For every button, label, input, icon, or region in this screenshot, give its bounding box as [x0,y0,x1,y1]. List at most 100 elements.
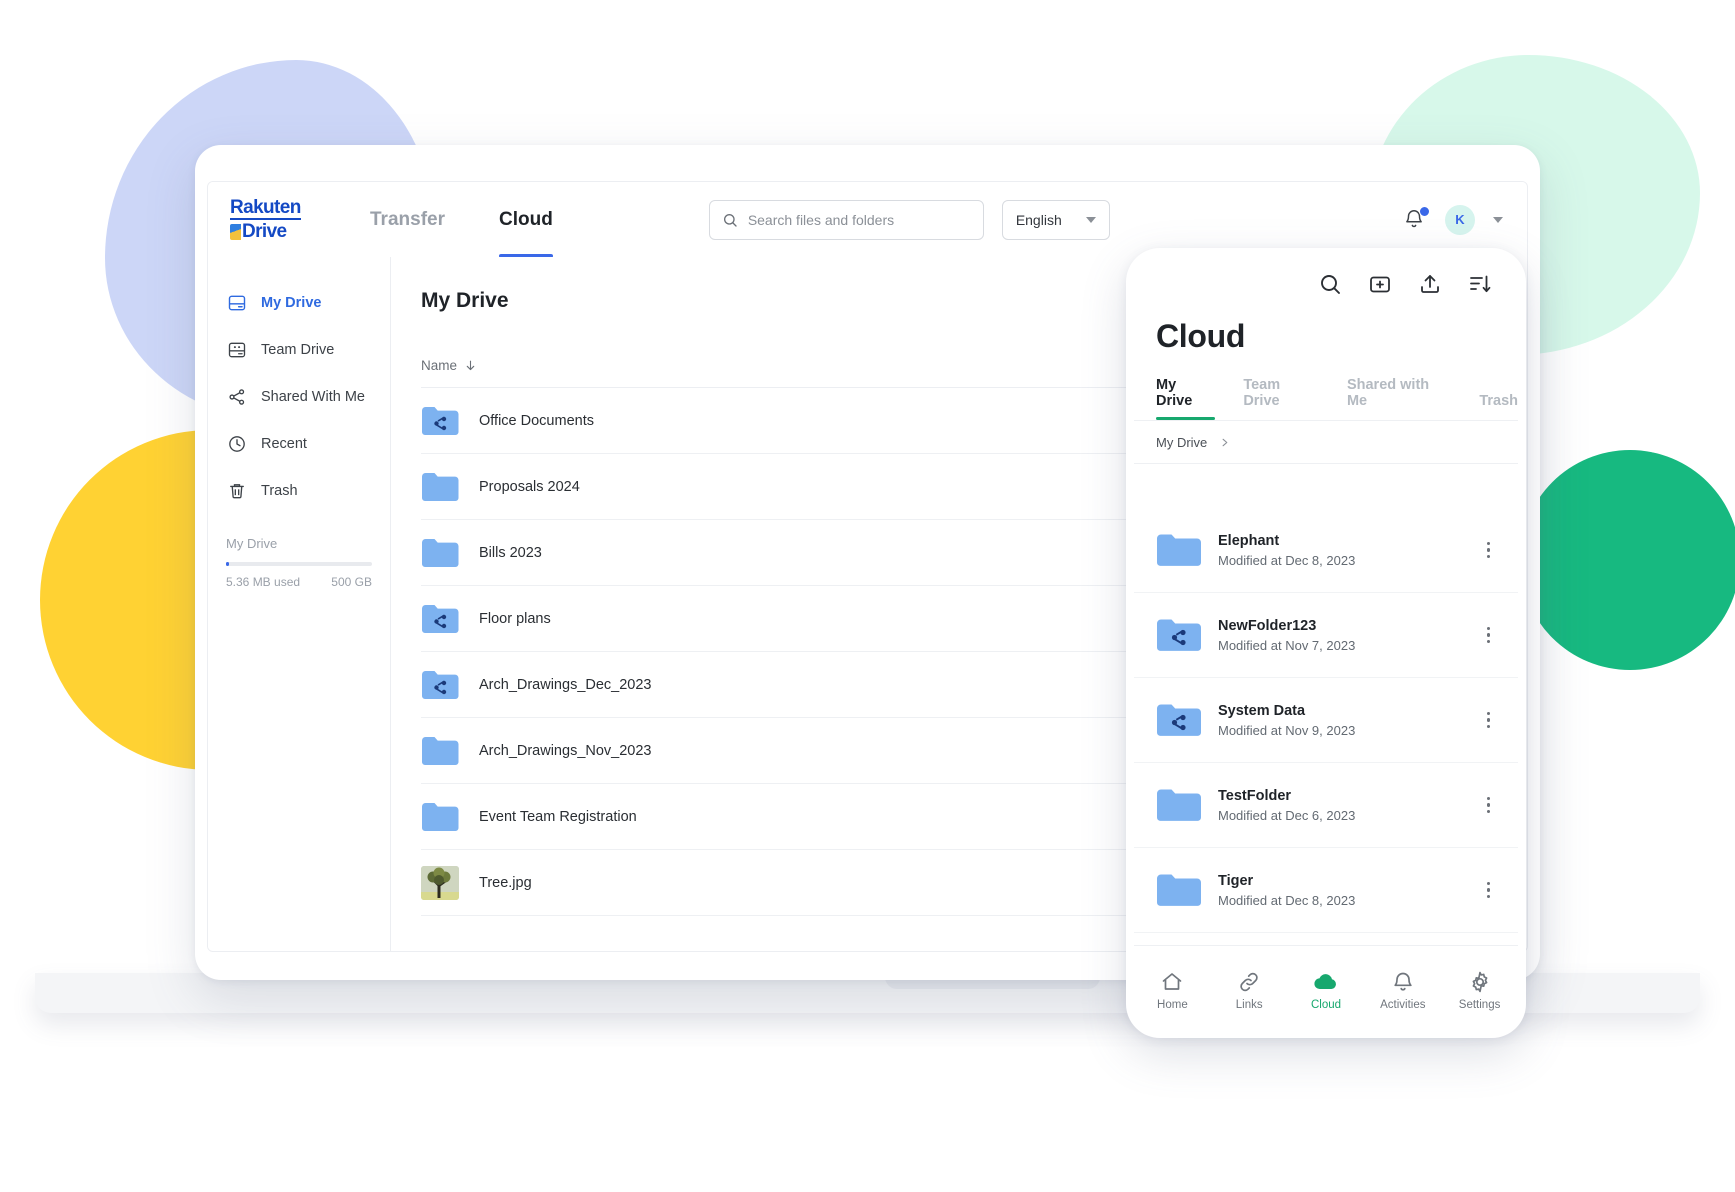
avatar[interactable]: K [1445,204,1475,235]
sidebar-item-trash[interactable]: Trash [208,467,390,514]
mobile-tabs: My Drive Team Drive Shared with Me Trash [1156,377,1518,420]
item-name: System Data [1218,702,1306,719]
tab-trash[interactable]: Trash [1479,393,1518,420]
folder-icon [421,734,461,768]
item-modified: Modified at Nov 7, 2023 [1218,637,1356,653]
file-name: Proposals 2024 [479,478,580,495]
kebab-dot-icon [1486,888,1490,892]
file-name: Floor plans [479,610,551,627]
bottom-nav-cloud[interactable]: Cloud [1292,970,1360,1011]
search-button[interactable] [1318,272,1342,296]
tab-my-drive[interactable]: My Drive [1156,377,1216,420]
more-options-button[interactable] [1481,876,1497,905]
column-header-name[interactable]: Name [421,358,477,373]
item-modified: Modified at Dec 8, 2023 [1218,892,1356,908]
sidebar-label-my-drive: My Drive [261,294,322,311]
bottom-nav-label: Cloud [1310,998,1342,1011]
breadcrumb: My Drive [1134,420,1518,464]
mobile-header [1134,256,1518,312]
tab-shared-with-me[interactable]: Shared with Me [1347,377,1451,420]
more-options-button[interactable] [1481,791,1497,820]
folder-icon [1156,786,1202,824]
sidebar-item-shared-with-me[interactable]: Shared With Me [208,373,390,420]
list-item[interactable]: TestFolder Modified at Dec 6, 2023 [1134,763,1518,848]
logo-rakuten-text: Rakuten [230,197,301,220]
tab-cloud[interactable]: Cloud [498,182,553,258]
storage-title: My Drive [226,536,278,551]
kebab-dot-icon [1486,626,1490,631]
sidebar-label-recent: Recent [261,435,307,452]
share-icon [226,386,248,408]
add-folder-button[interactable] [1368,272,1392,296]
bottom-nav-settings[interactable]: Settings [1446,970,1514,1011]
storage-bar [226,562,372,566]
my-drive-icon [226,292,248,314]
more-options-button[interactable] [1481,536,1497,565]
item-name: NewFolder123 [1218,617,1317,634]
item-name: Tiger [1218,872,1254,889]
decorative-blob-green [1520,450,1735,670]
more-options-button[interactable] [1481,706,1497,735]
desktop-sidebar: My Drive Team Drive Shared With Me Recen… [208,257,391,951]
home-icon [1163,972,1182,990]
list-item[interactable]: NewFolder123 Modified at Nov 7, 2023 [1134,593,1518,678]
notification-badge [1419,205,1430,217]
sidebar-item-my-drive[interactable]: My Drive [208,279,390,326]
kebab-dot-icon [1486,718,1490,722]
storage-used: 5.36 MB used [226,575,301,589]
search-icon [723,213,737,227]
tab-team-drive[interactable]: Team Drive [1243,377,1319,420]
mobile-bottom-nav: Home Links Cloud Activities Settings [1134,945,1518,1030]
search-placeholder: Search files and folders [747,211,895,228]
kebab-dot-icon [1486,809,1490,814]
list-item[interactable]: System Data Modified at Nov 9, 2023 [1134,678,1518,763]
column-header-name-label: Name [421,357,458,373]
account-chevron-down-icon[interactable] [1493,216,1503,223]
upload-button[interactable] [1418,272,1442,296]
add-folder-icon [1370,276,1390,293]
item-modified: Modified at Nov 9, 2023 [1218,722,1356,738]
mobile-page-title: Cloud [1156,318,1246,354]
search-input[interactable]: Search files and folders [708,199,984,240]
file-name: Event Team Registration [479,808,637,825]
kebab-dot-icon [1486,541,1490,546]
desktop-nav-tabs: Transfer Cloud [370,182,607,258]
bottom-nav-label: Links [1235,998,1263,1011]
sort-icon [1470,275,1491,293]
clock-icon [226,433,248,455]
team-drive-icon [226,339,248,361]
item-name: Elephant [1218,532,1280,549]
chevron-down-icon [1085,216,1096,223]
bottom-nav-activities[interactable]: Activities [1369,970,1437,1011]
bottom-nav-links[interactable]: Links [1215,970,1283,1011]
language-select[interactable]: English [1001,199,1110,240]
sort-button[interactable] [1468,272,1492,296]
arrow-down-icon [466,360,475,370]
kebab-dot-icon [1486,881,1490,886]
file-name: Office Documents [479,412,594,429]
mobile-mockup: Cloud My Drive Team Drive Shared with Me… [1126,248,1526,1038]
notifications-button[interactable] [1403,205,1430,232]
mobile-file-list: Elephant Modified at Dec 8, 2023 NewFold… [1134,508,1518,950]
language-value: English [1015,211,1062,228]
desktop-topbar: Rakuten Drive Transfer Cloud Search file… [208,182,1527,258]
rakuten-drive-logo[interactable]: Rakuten Drive [230,198,310,241]
list-item[interactable]: Tiger Modified at Dec 8, 2023 [1134,848,1518,933]
shared-folder-icon [421,404,461,438]
sidebar-label-shared-with-me: Shared With Me [261,388,365,405]
sidebar-item-team-drive[interactable]: Team Drive [208,326,390,373]
bottom-nav-home[interactable]: Home [1138,970,1206,1011]
kebab-dot-icon [1486,724,1490,729]
more-options-button[interactable] [1481,621,1497,650]
kebab-dot-icon [1486,894,1490,899]
kebab-dot-icon [1486,633,1490,637]
sidebar-item-recent[interactable]: Recent [208,420,390,467]
page-root: Rakuten Drive Transfer Cloud Search file… [0,0,1735,1192]
kebab-dot-icon [1486,796,1490,801]
tab-transfer[interactable]: Transfer [370,182,445,257]
sidebar-label-team-drive: Team Drive [261,341,335,358]
bottom-nav-label: Home [1157,998,1188,1011]
list-item[interactable]: Elephant Modified at Dec 8, 2023 [1134,508,1518,593]
breadcrumb-item[interactable]: My Drive [1156,435,1207,450]
chevron-right-icon [1222,438,1228,446]
